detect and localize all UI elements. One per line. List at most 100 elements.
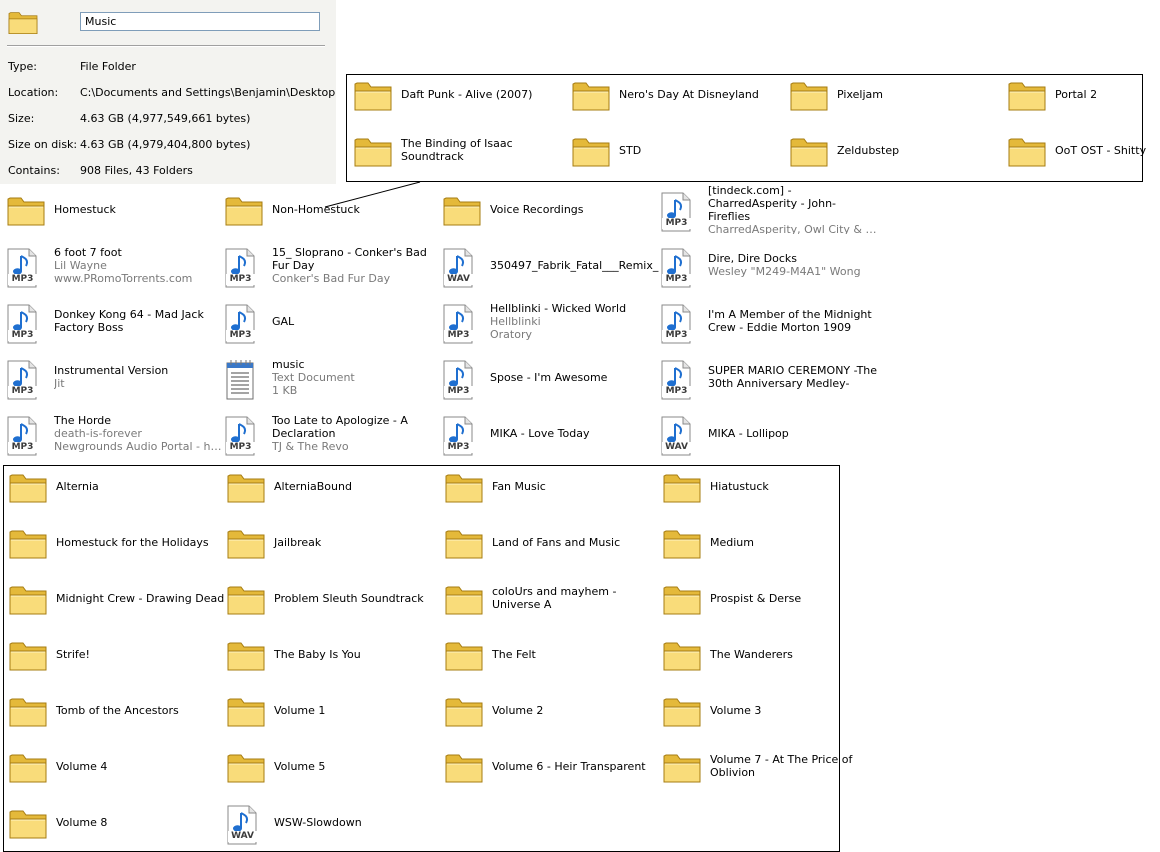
file-item-music[interactable]: music Text Document 1 KB: [224, 352, 442, 402]
file-item-alterniabound[interactable]: AlterniaBound: [226, 461, 444, 511]
file-item-text: The Baby Is You: [274, 629, 444, 679]
file-item-wsw-slowdown[interactable]: WAV WSW-Slowdown: [226, 797, 444, 847]
file-item-too-late-to-apologize-a-declaration[interactable]: MP3 Too Late to Apologize - A Declaration…: [224, 408, 442, 458]
file-item-volume-4[interactable]: Volume 4: [8, 741, 226, 791]
file-detail: 1 KB: [272, 383, 298, 397]
file-item-medium[interactable]: Medium: [662, 517, 880, 567]
file-item-text: Voice Recordings: [490, 184, 660, 234]
folder-icon: [789, 77, 829, 117]
folder-icon: [226, 525, 266, 565]
folder-icon: [226, 637, 266, 677]
file-name: Volume 7 - At The Price of Oblivion: [710, 753, 853, 779]
file-item-pixeljam[interactable]: Pixeljam: [789, 69, 1007, 119]
file-name: Volume 6 - Heir Transparent: [492, 759, 646, 773]
file-item-volume-1[interactable]: Volume 1: [226, 685, 444, 735]
file-type-badge: MP3: [662, 218, 691, 229]
file-item-i-m-a-member-of-the-midnight-crew-eddie-morton-1909[interactable]: MP3 I'm A Member of the Midnight Crew - E…: [660, 296, 878, 346]
file-item-portal-2[interactable]: Portal 2: [1007, 69, 1160, 119]
file-item-15-sloprano-conker-s-bad-fur-day[interactable]: MP3 15_ Sloprano - Conker's Bad Fur Day Co…: [224, 240, 442, 290]
file-name: SUPER MARIO CEREMONY -The 30th Anniversa…: [708, 364, 878, 390]
file-item-the-binding-of-isaac-soundtrack[interactable]: The Binding of Isaac Soundtrack: [353, 125, 571, 175]
file-item-spose-i-m-awesome[interactable]: MP3 Spose - I'm Awesome: [442, 352, 660, 402]
file-item-text: 15_ Sloprano - Conker's Bad Fur Day Conke…: [272, 240, 442, 290]
folder-name-field[interactable]: [80, 12, 320, 31]
file-item-text: Homestuck: [54, 184, 224, 234]
file-name: Instrumental Version: [54, 364, 169, 377]
file-item-volume-7-at-the-price-of-oblivion[interactable]: Volume 7 - At The Price of Oblivion: [662, 741, 880, 791]
file-item-text: Land of Fans and Music: [492, 517, 662, 567]
file-item-hiatustuck[interactable]: Hiatustuck: [662, 461, 880, 511]
file-name: Portal 2: [1055, 87, 1098, 101]
file-name: MIKA - Lollipop: [708, 426, 789, 440]
folder-icon: [1007, 77, 1047, 117]
file-item-dire-dire-docks[interactable]: MP3 Dire, Dire Docks Wesley "M249-M4A1" Wo…: [660, 240, 878, 290]
location-label: Location:: [8, 86, 59, 99]
file-type-badge: MP3: [444, 442, 473, 453]
file-item-instrumental-version[interactable]: MP3 Instrumental Version Jit: [6, 352, 224, 402]
file-item-6-foot-7-foot[interactable]: MP3 6 foot 7 foot Lil Wayne www.PRomoTorren…: [6, 240, 224, 290]
file-item-homestuck-for-the-holidays[interactable]: Homestuck for the Holidays: [8, 517, 226, 567]
file-name: Strife!: [56, 647, 90, 661]
file-item-daft-punk-alive-2007[interactable]: Daft Punk - Alive (2007): [353, 69, 571, 119]
file-item-volume-6-heir-transparent[interactable]: Volume 6 - Heir Transparent: [444, 741, 662, 791]
file-item-text: Non-Homestuck: [272, 184, 442, 234]
file-item-hellblinki-wicked-world[interactable]: MP3 Hellblinki - Wicked World Hellblinki Or…: [442, 296, 660, 346]
file-item-mika-love-today[interactable]: MP3 MIKA - Love Today: [442, 408, 660, 458]
file-item-zeldubstep[interactable]: Zeldubstep: [789, 125, 1007, 175]
file-item-the-baby-is-you[interactable]: The Baby Is You: [226, 629, 444, 679]
file-item-std[interactable]: STD: [571, 125, 789, 175]
file-item-colours-and-mayhem-universe-a[interactable]: coloUrs and mayhem - Universe A: [444, 573, 662, 623]
file-item-volume-3[interactable]: Volume 3: [662, 685, 880, 735]
file-name: coloUrs and mayhem - Universe A: [492, 585, 617, 611]
file-name: Homestuck: [54, 202, 116, 216]
file-item-text: Portal 2: [1055, 69, 1160, 119]
file-item-volume-2[interactable]: Volume 2: [444, 685, 662, 735]
file-detail: Wesley "M249-M4A1" Wong: [708, 265, 861, 278]
file-item-mika-lollipop[interactable]: WAV MIKA - Lollipop: [660, 408, 878, 458]
folder-icon: [226, 749, 266, 789]
file-name: STD: [619, 143, 642, 157]
file-name: 15_ Sloprano - Conker's Bad Fur Day: [272, 245, 427, 272]
file-item-land-of-fans-and-music[interactable]: Land of Fans and Music: [444, 517, 662, 567]
file-item-the-wanderers[interactable]: The Wanderers: [662, 629, 880, 679]
file-item-nero-s-day-at-disneyland[interactable]: Nero's Day At Disneyland: [571, 69, 789, 119]
file-item-non-homestuck[interactable]: Non-Homestuck: [224, 184, 442, 234]
type-label: Type:: [8, 60, 37, 73]
file-type-badge: MP3: [8, 386, 37, 397]
file-item-tindeck-com-charredasperity-john-fireflies[interactable]: MP3 [tindeck.com] - CharredAsperity - Joh…: [660, 184, 878, 234]
file-item-the-horde[interactable]: MP3 The Horde death-is-forever Newgrounds A…: [6, 408, 224, 458]
file-item-the-felt[interactable]: The Felt: [444, 629, 662, 679]
file-item-problem-sleuth-soundtrack[interactable]: Problem Sleuth Soundtrack: [226, 573, 444, 623]
file-name: Pixeljam: [837, 87, 883, 101]
file-item-fan-music[interactable]: Fan Music: [444, 461, 662, 511]
file-name: The Binding of Isaac Soundtrack: [401, 137, 513, 163]
file-item-alternia[interactable]: Alternia: [8, 461, 226, 511]
file-type-badge: WAV: [444, 274, 473, 285]
file-item-super-mario-ceremony-the-30th-anniversary-medley[interactable]: MP3 SUPER MARIO CEREMONY -The 30th Annive…: [660, 352, 878, 402]
file-item-text: The Binding of Isaac Soundtrack: [401, 125, 571, 175]
file-item-text: Pixeljam: [837, 69, 1007, 119]
file-type-badge: MP3: [8, 330, 37, 341]
file-detail: Conker's Bad Fur Day: [272, 271, 391, 285]
file-item-volume-5[interactable]: Volume 5: [226, 741, 444, 791]
file-item-tomb-of-the-ancestors[interactable]: Tomb of the Ancestors: [8, 685, 226, 735]
file-item-prospist-derse[interactable]: Prospist & Derse: [662, 573, 880, 623]
file-name: Jailbreak: [274, 535, 322, 549]
file-item-oot-ost-shitty[interactable]: OoT OST - Shitty: [1007, 125, 1160, 175]
file-name: Prospist & Derse: [710, 591, 802, 605]
file-item-text: Spose - I'm Awesome: [490, 352, 660, 402]
file-item-midnight-crew-drawing-dead[interactable]: Midnight Crew - Drawing Dead: [8, 573, 226, 623]
file-item-donkey-kong-64-mad-jack-factory-boss[interactable]: MP3 Donkey Kong 64 - Mad Jack Factory Bos…: [6, 296, 224, 346]
file-item-homestuck[interactable]: Homestuck: [6, 184, 224, 234]
file-item-gal[interactable]: MP3 GAL: [224, 296, 442, 346]
file-name: Daft Punk - Alive (2007): [401, 87, 533, 101]
folder-icon: [444, 525, 484, 565]
file-item-strife[interactable]: Strife!: [8, 629, 226, 679]
folder-icon: [662, 581, 702, 621]
file-item-text: The Wanderers: [710, 629, 880, 679]
file-item-volume-8[interactable]: Volume 8: [8, 797, 226, 847]
file-item-voice-recordings[interactable]: Voice Recordings: [442, 184, 660, 234]
file-item-jailbreak[interactable]: Jailbreak: [226, 517, 444, 567]
file-item-text: Donkey Kong 64 - Mad Jack Factory Boss: [54, 296, 224, 346]
file-item-350497-fabrik-fatal-remix[interactable]: WAV 350497_Fabrik_Fatal___Remix_: [442, 240, 660, 290]
